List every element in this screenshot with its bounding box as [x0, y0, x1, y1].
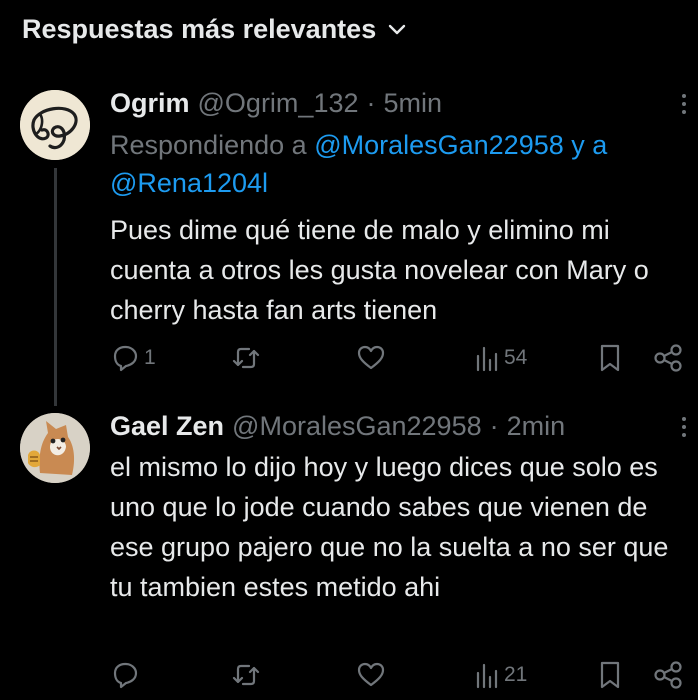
- reply-icon: [110, 660, 140, 690]
- replies-sort-dropdown[interactable]: Respuestas más relevantes: [22, 14, 410, 45]
- replying-prefix: Respondiendo a: [110, 130, 307, 160]
- bookmark-icon: [597, 343, 623, 373]
- author-name[interactable]: Gael Zen: [110, 411, 224, 442]
- share-icon: [652, 343, 684, 373]
- mention-link[interactable]: @Rena1204l: [110, 168, 268, 198]
- tweet-text: el mismo lo dijo hoy y luego dices que s…: [110, 452, 669, 602]
- reply-button[interactable]: 1: [110, 343, 156, 373]
- mention-link[interactable]: @MoralesGan22958: [314, 130, 564, 160]
- bookmark-button[interactable]: [597, 660, 623, 690]
- replying-to: Respondiendo a @MoralesGan22958 y a @Ren…: [110, 126, 695, 202]
- retweet-icon: [230, 660, 262, 690]
- author-handle[interactable]: @MoralesGan22958: [232, 411, 482, 442]
- more-icon[interactable]: [680, 94, 688, 114]
- tweet-text: Pues dime qué tiene de malo y elimino mi…: [110, 215, 649, 325]
- heart-icon: [356, 660, 386, 690]
- author-handle[interactable]: @Ogrim_132: [198, 88, 359, 119]
- reply-button[interactable]: [110, 660, 144, 690]
- views-button[interactable]: 21: [474, 660, 527, 690]
- separator-dot: ·: [489, 411, 499, 441]
- author-name[interactable]: Ogrim: [110, 88, 190, 119]
- views-button[interactable]: 54: [474, 343, 527, 373]
- tweet-time[interactable]: 5min: [384, 88, 443, 119]
- bookmark-icon: [597, 660, 623, 690]
- like-button[interactable]: [356, 343, 386, 373]
- bookmark-button[interactable]: [597, 343, 623, 373]
- views-count: 21: [504, 663, 528, 686]
- retweet-button[interactable]: [230, 660, 262, 690]
- separator-dot: ·: [366, 88, 376, 118]
- like-button[interactable]: [356, 660, 386, 690]
- views-icon: [474, 343, 500, 373]
- retweet-icon: [230, 343, 262, 373]
- tweet-actions: 1 54: [0, 343, 698, 383]
- tweet-actions: 21: [0, 660, 698, 700]
- heart-icon: [356, 343, 386, 373]
- share-button[interactable]: [652, 660, 684, 690]
- more-icon[interactable]: [680, 417, 688, 437]
- views-count: 54: [504, 346, 528, 369]
- retweet-button[interactable]: [230, 343, 262, 373]
- tweet-time[interactable]: 2min: [507, 411, 566, 442]
- reply-icon: [110, 343, 140, 373]
- share-icon: [652, 660, 684, 690]
- replies-sort-label: Respuestas más relevantes: [22, 14, 377, 44]
- avatar[interactable]: [20, 413, 90, 483]
- reply-count: 1: [144, 346, 156, 369]
- tweet-header: Gael Zen @MoralesGan22958 · 2min: [110, 411, 565, 442]
- views-icon: [474, 660, 500, 690]
- avatar[interactable]: [20, 90, 90, 160]
- share-button[interactable]: [652, 343, 684, 373]
- tweet-header: Ogrim @Ogrim_132 · 5min: [110, 88, 442, 119]
- chevron-down-icon: [388, 19, 410, 41]
- replying-joiner: y a: [571, 130, 608, 160]
